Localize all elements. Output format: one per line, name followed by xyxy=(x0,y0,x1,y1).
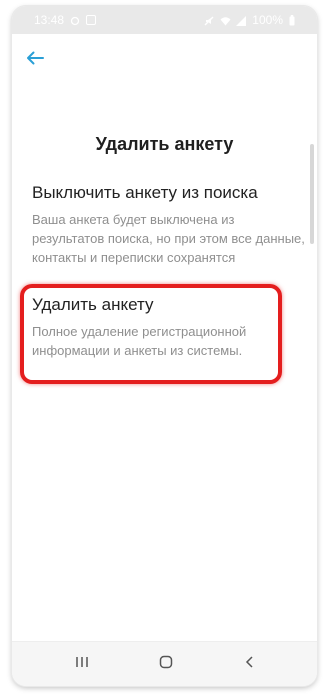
app-notification-icon xyxy=(86,15,97,25)
mute-icon xyxy=(204,15,214,26)
wifi-icon xyxy=(220,15,231,26)
home-button[interactable] xyxy=(150,650,182,678)
scroll-handle xyxy=(310,144,314,244)
navigation-bar xyxy=(12,641,317,686)
recents-button[interactable] xyxy=(66,650,98,678)
signal-icon xyxy=(236,15,247,26)
battery-icon xyxy=(289,15,299,26)
back-button[interactable] xyxy=(23,48,47,72)
sync-icon xyxy=(70,15,80,26)
page-title: Удалить анкету xyxy=(95,134,234,154)
phone-screen: 13:48 100% Удалить анкету Выключить анке… xyxy=(12,6,317,686)
nav-back-button[interactable] xyxy=(234,650,266,678)
recents-icon xyxy=(75,655,89,674)
chevron-left-icon xyxy=(243,655,257,674)
status-time: 13:48 xyxy=(34,13,65,27)
battery-percent: 100% xyxy=(252,13,283,27)
option-title: Выключить анкету из поиска xyxy=(32,183,258,202)
home-icon xyxy=(159,655,173,674)
option-description: Ваша анкета будет выключена из результат… xyxy=(32,212,305,265)
highlight-frame xyxy=(20,284,282,384)
arrow-left-icon xyxy=(26,51,44,70)
status-bar: 13:48 100% xyxy=(12,6,317,34)
